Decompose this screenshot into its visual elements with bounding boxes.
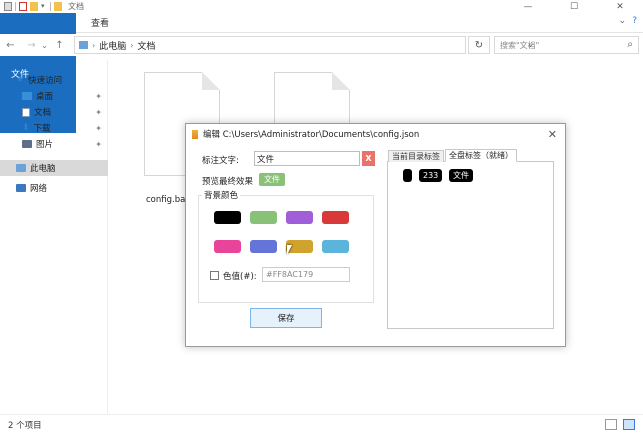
sidebar-item-this-pc[interactable]: 此电脑 <box>0 160 108 176</box>
tag-text-input[interactable]: 文件 <box>254 151 360 166</box>
details-view-icon[interactable] <box>605 419 617 430</box>
status-bar: 2 个项目 <box>0 414 643 434</box>
ribbon-tabs: 文件 主页 共享 查看 ⌄ ? <box>0 13 643 133</box>
address-bar[interactable]: › 此电脑 › 文档 ⌄ <box>74 36 534 54</box>
color-swatch-red[interactable] <box>322 211 349 224</box>
recent-locations-button[interactable]: ⌄ <box>38 41 51 50</box>
sidebar-item-desktop[interactable]: 桌面 ✦ <box>0 88 108 104</box>
divider <box>50 2 51 11</box>
dialog-close-button[interactable]: ✕ <box>548 128 557 141</box>
minimize-button[interactable]: — <box>505 0 551 13</box>
search-input[interactable]: 搜索"文档" ⌕ <box>494 36 639 54</box>
file-name: config.bac <box>146 195 190 205</box>
tag-chip-233[interactable]: 233 <box>419 169 443 182</box>
sidebar-item-label: 快速访问 <box>28 76 63 86</box>
properties-icon[interactable] <box>19 2 27 11</box>
sidebar-item-downloads[interactable]: ⬇ 下载 ✦ <box>0 120 108 136</box>
app-icon <box>192 129 198 139</box>
pin-icon[interactable]: ✦ <box>95 140 102 149</box>
download-icon: ⬇ <box>22 123 30 133</box>
navigation-pane: ★ 快速访问 桌面 ✦ 文档 ✦ ⬇ 下载 ✦ 图片 ✦ 此电脑 网络 <box>0 60 108 414</box>
color-swatch-black[interactable] <box>214 211 241 224</box>
preview-tag: 文件 <box>259 173 285 186</box>
refresh-icon: ↻ <box>474 39 484 51</box>
up-button[interactable]: ↑ <box>53 40 66 51</box>
tab-view[interactable]: 查看 <box>80 13 120 32</box>
title-bar: ▾ 文档 — ☐ ✕ <box>0 0 643 13</box>
preview-label: 预览最终效果 <box>202 177 254 187</box>
pin-icon[interactable]: ✦ <box>95 108 102 117</box>
quick-access-toolbar: ▾ <box>0 2 62 11</box>
maximize-button[interactable]: ☐ <box>551 0 597 13</box>
network-icon <box>16 184 26 192</box>
desktop-icon <box>22 92 32 100</box>
divider <box>15 2 16 11</box>
background-color-legend: 背景颜色 <box>202 189 241 201</box>
ribbon-actions: ⌄ ? <box>619 16 637 26</box>
sidebar-item-label: 桌面 <box>36 92 54 102</box>
window-controls: — ☐ ✕ <box>505 0 643 13</box>
sidebar-item-pictures[interactable]: 图片 ✦ <box>0 136 108 152</box>
dialog-title: 编辑 C:\Users\Administrator\Documents\conf… <box>203 130 420 140</box>
mouse-cursor-icon <box>287 245 297 255</box>
color-swatch-pink[interactable] <box>214 240 241 253</box>
sidebar-item-label: 文档 <box>34 108 52 118</box>
tag-chip-empty[interactable] <box>403 169 412 182</box>
sidebar-item-documents[interactable]: 文档 ✦ <box>0 104 108 120</box>
view-toggle <box>605 419 635 430</box>
tags-panel <box>387 161 554 329</box>
help-icon[interactable]: ? <box>632 16 637 26</box>
address-row: ← → ⌄ ↑ › 此电脑 › 文档 ⌄ ↻ 搜索"文档" ⌕ <box>0 34 643 56</box>
breadcrumb-this-pc[interactable]: 此电脑 <box>99 39 126 52</box>
folder-icon <box>4 2 12 11</box>
customize-toolbar-icon[interactable]: ▾ <box>41 2 47 11</box>
sidebar-item-label: 此电脑 <box>30 164 56 174</box>
pin-icon[interactable]: ✦ <box>95 92 102 101</box>
breadcrumb-documents[interactable]: 文档 <box>137 39 155 52</box>
close-button[interactable]: ✕ <box>597 0 643 13</box>
window-title: 文档 <box>68 2 84 11</box>
folder-icon <box>54 2 62 11</box>
tab-all-disk-tags[interactable]: 全盘标签（就绪） <box>445 149 517 162</box>
document-icon <box>22 107 30 117</box>
tab-current-directory-tags[interactable]: 当前目录标签 <box>388 150 444 162</box>
sidebar-item-label: 下载 <box>33 124 51 134</box>
tag-text-label: 标注文字: <box>202 156 239 166</box>
clear-button[interactable]: X <box>362 151 375 166</box>
computer-icon <box>79 41 88 49</box>
save-button[interactable]: 保存 <box>250 308 322 328</box>
large-icons-view-icon[interactable] <box>623 419 635 430</box>
pictures-icon <box>22 140 32 148</box>
expand-ribbon-icon[interactable]: ⌄ <box>619 16 627 26</box>
sidebar-item-label: 图片 <box>36 140 54 150</box>
tag-chip-file[interactable]: 文件 <box>449 169 473 182</box>
edit-tag-dialog: 编辑 C:\Users\Administrator\Documents\conf… <box>185 123 566 347</box>
refresh-button[interactable]: ↻ <box>468 36 490 54</box>
custom-color-input[interactable]: #FF8AC179 <box>262 267 350 282</box>
color-swatch-green[interactable] <box>250 211 277 224</box>
color-swatch-blue[interactable] <box>250 240 277 253</box>
breadcrumb-separator: › <box>130 40 134 50</box>
custom-color-checkbox[interactable] <box>210 271 219 280</box>
forward-button[interactable]: → <box>25 40 38 51</box>
pin-icon[interactable]: ✦ <box>95 124 102 133</box>
item-count: 2 个项目 <box>8 420 42 431</box>
sidebar-item-network[interactable]: 网络 <box>0 180 108 196</box>
back-button[interactable]: ← <box>4 40 17 51</box>
star-icon: ★ <box>16 75 25 85</box>
dialog-title-bar: 编辑 C:\Users\Administrator\Documents\conf… <box>186 124 565 144</box>
color-swatch-purple[interactable] <box>286 211 313 224</box>
color-swatch-cyan[interactable] <box>322 240 349 253</box>
search-icon: ⌕ <box>627 39 633 50</box>
sidebar-item-quick-access[interactable]: ★ 快速访问 <box>0 72 108 88</box>
search-placeholder: 搜索"文档" <box>500 40 540 50</box>
sidebar-item-label: 网络 <box>30 184 48 194</box>
computer-icon <box>16 164 26 172</box>
custom-color-label: 色值(#): <box>223 272 257 282</box>
new-folder-icon[interactable] <box>30 2 38 11</box>
breadcrumb-separator: › <box>92 40 96 50</box>
